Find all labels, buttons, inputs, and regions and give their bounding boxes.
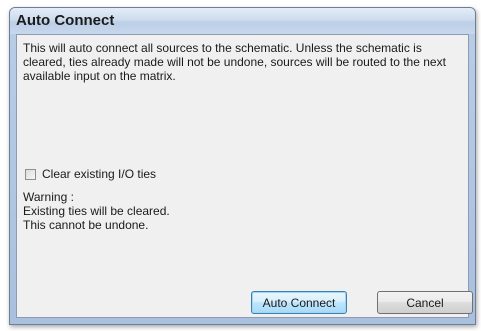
clear-ties-option[interactable]: Clear existing I/O ties	[25, 167, 156, 181]
cancel-button[interactable]: Cancel	[377, 291, 473, 314]
warning-block: Warning : Existing ties will be cleared.…	[23, 190, 170, 232]
dialog-title: Auto Connect	[16, 12, 115, 29]
dialog-body: This will auto connect all sources to th…	[16, 34, 473, 318]
description-text: This will auto connect all sources to th…	[23, 41, 446, 83]
auto-connect-dialog: Auto Connect This will auto connect all …	[9, 7, 476, 325]
clear-ties-checkbox[interactable]	[25, 168, 36, 180]
auto-connect-button[interactable]: Auto Connect	[251, 291, 347, 314]
clear-ties-label[interactable]: Clear existing I/O ties	[42, 167, 156, 181]
title-bar[interactable]: Auto Connect	[10, 8, 475, 34]
warning-line-1: Existing ties will be cleared.	[23, 204, 170, 218]
warning-line-2: This cannot be undone.	[23, 218, 149, 232]
warning-heading: Warning :	[23, 190, 74, 204]
